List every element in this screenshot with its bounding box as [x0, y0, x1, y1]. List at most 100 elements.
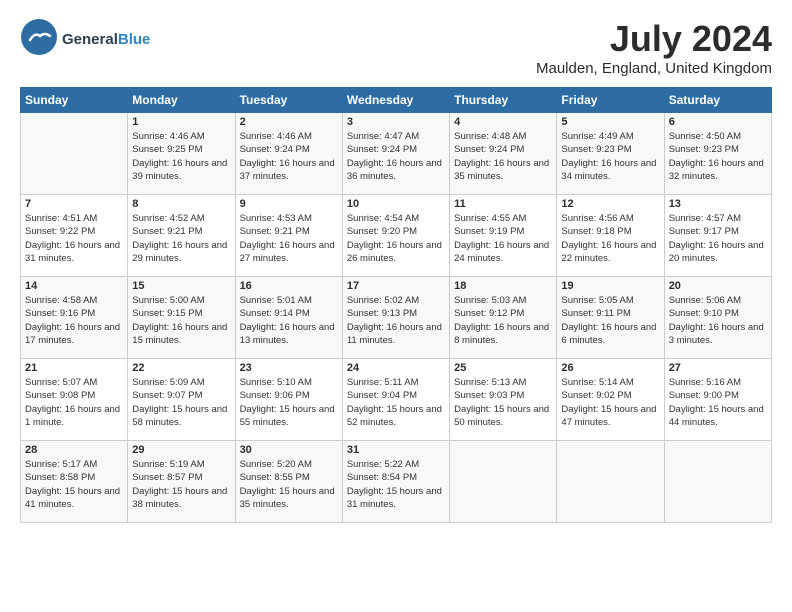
- sunset: Sunset: 9:10 PM: [669, 308, 739, 319]
- sunrise: Sunrise: 4:55 AM: [454, 213, 526, 224]
- daylight: Daylight: 16 hours and 29 minutes.: [132, 240, 227, 264]
- day-number: 24: [347, 362, 445, 374]
- sunrise: Sunrise: 4:46 AM: [240, 131, 312, 142]
- sunset: Sunset: 9:14 PM: [240, 308, 310, 319]
- calendar-cell: 26 Sunrise: 5:14 AM Sunset: 9:02 PM Dayl…: [557, 359, 664, 441]
- day-number: 4: [454, 116, 552, 128]
- sunset: Sunset: 9:20 PM: [347, 226, 417, 237]
- sunrise: Sunrise: 4:47 AM: [347, 131, 419, 142]
- logo-blue: Blue: [118, 31, 151, 48]
- sunrise: Sunrise: 5:01 AM: [240, 295, 312, 306]
- calendar-cell: 22 Sunrise: 5:09 AM Sunset: 9:07 PM Dayl…: [128, 359, 235, 441]
- calendar-cell: 13 Sunrise: 4:57 AM Sunset: 9:17 PM Dayl…: [664, 195, 771, 277]
- sunset: Sunset: 8:58 PM: [25, 472, 95, 483]
- calendar-cell: 18 Sunrise: 5:03 AM Sunset: 9:12 PM Dayl…: [450, 277, 557, 359]
- sunset: Sunset: 9:11 PM: [561, 308, 631, 319]
- sunset: Sunset: 9:02 PM: [561, 390, 631, 401]
- sunrise: Sunrise: 5:10 AM: [240, 377, 312, 388]
- calendar-cell: 4 Sunrise: 4:48 AM Sunset: 9:24 PM Dayli…: [450, 113, 557, 195]
- daylight: Daylight: 16 hours and 20 minutes.: [669, 240, 764, 264]
- calendar-cell: 3 Sunrise: 4:47 AM Sunset: 9:24 PM Dayli…: [342, 113, 449, 195]
- day-info: Sunrise: 4:48 AM Sunset: 9:24 PM Dayligh…: [454, 130, 552, 183]
- week-row-0: 1 Sunrise: 4:46 AM Sunset: 9:25 PM Dayli…: [21, 113, 772, 195]
- sunset: Sunset: 9:08 PM: [25, 390, 95, 401]
- daylight: Daylight: 15 hours and 41 minutes.: [25, 486, 120, 510]
- sunset: Sunset: 9:07 PM: [132, 390, 202, 401]
- sunset: Sunset: 9:00 PM: [669, 390, 739, 401]
- week-row-1: 7 Sunrise: 4:51 AM Sunset: 9:22 PM Dayli…: [21, 195, 772, 277]
- calendar-cell: 9 Sunrise: 4:53 AM Sunset: 9:21 PM Dayli…: [235, 195, 342, 277]
- sunrise: Sunrise: 5:13 AM: [454, 377, 526, 388]
- day-number: 30: [240, 444, 338, 456]
- day-number: 29: [132, 444, 230, 456]
- day-info: Sunrise: 5:22 AM Sunset: 8:54 PM Dayligh…: [347, 458, 445, 511]
- sunrise: Sunrise: 4:52 AM: [132, 213, 204, 224]
- sunrise: Sunrise: 5:19 AM: [132, 459, 204, 470]
- day-number: 31: [347, 444, 445, 456]
- daylight: Daylight: 16 hours and 6 minutes.: [561, 322, 656, 346]
- day-info: Sunrise: 4:58 AM Sunset: 9:16 PM Dayligh…: [25, 294, 123, 347]
- day-info: Sunrise: 5:09 AM Sunset: 9:07 PM Dayligh…: [132, 376, 230, 429]
- day-number: 21: [25, 362, 123, 374]
- sunrise: Sunrise: 5:20 AM: [240, 459, 312, 470]
- day-info: Sunrise: 4:57 AM Sunset: 9:17 PM Dayligh…: [669, 212, 767, 265]
- title-section: July 2024 Maulden, England, United Kingd…: [536, 18, 772, 77]
- sunset: Sunset: 9:24 PM: [454, 144, 524, 155]
- calendar-cell: 8 Sunrise: 4:52 AM Sunset: 9:21 PM Dayli…: [128, 195, 235, 277]
- day-number: 15: [132, 280, 230, 292]
- day-number: 2: [240, 116, 338, 128]
- daylight: Daylight: 16 hours and 35 minutes.: [454, 158, 549, 182]
- day-number: 26: [561, 362, 659, 374]
- day-info: Sunrise: 5:05 AM Sunset: 9:11 PM Dayligh…: [561, 294, 659, 347]
- day-info: Sunrise: 5:03 AM Sunset: 9:12 PM Dayligh…: [454, 294, 552, 347]
- daylight: Daylight: 16 hours and 27 minutes.: [240, 240, 335, 264]
- calendar-cell: 11 Sunrise: 4:55 AM Sunset: 9:19 PM Dayl…: [450, 195, 557, 277]
- sunset: Sunset: 9:06 PM: [240, 390, 310, 401]
- daylight: Daylight: 15 hours and 50 minutes.: [454, 404, 549, 428]
- calendar-cell: 23 Sunrise: 5:10 AM Sunset: 9:06 PM Dayl…: [235, 359, 342, 441]
- sunrise: Sunrise: 4:53 AM: [240, 213, 312, 224]
- day-number: 5: [561, 116, 659, 128]
- sunrise: Sunrise: 4:54 AM: [347, 213, 419, 224]
- calendar-cell: 2 Sunrise: 4:46 AM Sunset: 9:24 PM Dayli…: [235, 113, 342, 195]
- calendar-cell: 19 Sunrise: 5:05 AM Sunset: 9:11 PM Dayl…: [557, 277, 664, 359]
- sunrise: Sunrise: 5:09 AM: [132, 377, 204, 388]
- daylight: Daylight: 16 hours and 39 minutes.: [132, 158, 227, 182]
- day-number: 1: [132, 116, 230, 128]
- daylight: Daylight: 16 hours and 36 minutes.: [347, 158, 442, 182]
- daylight: Daylight: 16 hours and 32 minutes.: [669, 158, 764, 182]
- sunset: Sunset: 8:57 PM: [132, 472, 202, 483]
- day-info: Sunrise: 5:13 AM Sunset: 9:03 PM Dayligh…: [454, 376, 552, 429]
- calendar-cell: 25 Sunrise: 5:13 AM Sunset: 9:03 PM Dayl…: [450, 359, 557, 441]
- sunset: Sunset: 9:24 PM: [240, 144, 310, 155]
- daylight: Daylight: 16 hours and 26 minutes.: [347, 240, 442, 264]
- calendar-cell: [557, 441, 664, 523]
- daylight: Daylight: 16 hours and 15 minutes.: [132, 322, 227, 346]
- sunrise: Sunrise: 4:51 AM: [25, 213, 97, 224]
- sunset: Sunset: 9:17 PM: [669, 226, 739, 237]
- header-saturday: Saturday: [664, 88, 771, 113]
- week-row-3: 21 Sunrise: 5:07 AM Sunset: 9:08 PM Dayl…: [21, 359, 772, 441]
- day-info: Sunrise: 5:10 AM Sunset: 9:06 PM Dayligh…: [240, 376, 338, 429]
- sunset: Sunset: 9:13 PM: [347, 308, 417, 319]
- daylight: Daylight: 16 hours and 31 minutes.: [25, 240, 120, 264]
- daylight: Daylight: 15 hours and 52 minutes.: [347, 404, 442, 428]
- day-info: Sunrise: 5:14 AM Sunset: 9:02 PM Dayligh…: [561, 376, 659, 429]
- day-number: 14: [25, 280, 123, 292]
- day-number: 13: [669, 198, 767, 210]
- sunrise: Sunrise: 5:06 AM: [669, 295, 741, 306]
- daylight: Daylight: 15 hours and 58 minutes.: [132, 404, 227, 428]
- daylight: Daylight: 16 hours and 8 minutes.: [454, 322, 549, 346]
- sunset: Sunset: 9:21 PM: [132, 226, 202, 237]
- sunset: Sunset: 9:24 PM: [347, 144, 417, 155]
- daylight: Daylight: 16 hours and 37 minutes.: [240, 158, 335, 182]
- day-info: Sunrise: 5:16 AM Sunset: 9:00 PM Dayligh…: [669, 376, 767, 429]
- daylight: Daylight: 15 hours and 44 minutes.: [669, 404, 764, 428]
- day-info: Sunrise: 4:53 AM Sunset: 9:21 PM Dayligh…: [240, 212, 338, 265]
- daylight: Daylight: 15 hours and 35 minutes.: [240, 486, 335, 510]
- calendar-cell: 31 Sunrise: 5:22 AM Sunset: 8:54 PM Dayl…: [342, 441, 449, 523]
- days-header-row: Sunday Monday Tuesday Wednesday Thursday…: [21, 88, 772, 113]
- sunset: Sunset: 9:04 PM: [347, 390, 417, 401]
- calendar-cell: 21 Sunrise: 5:07 AM Sunset: 9:08 PM Dayl…: [21, 359, 128, 441]
- sunset: Sunset: 9:15 PM: [132, 308, 202, 319]
